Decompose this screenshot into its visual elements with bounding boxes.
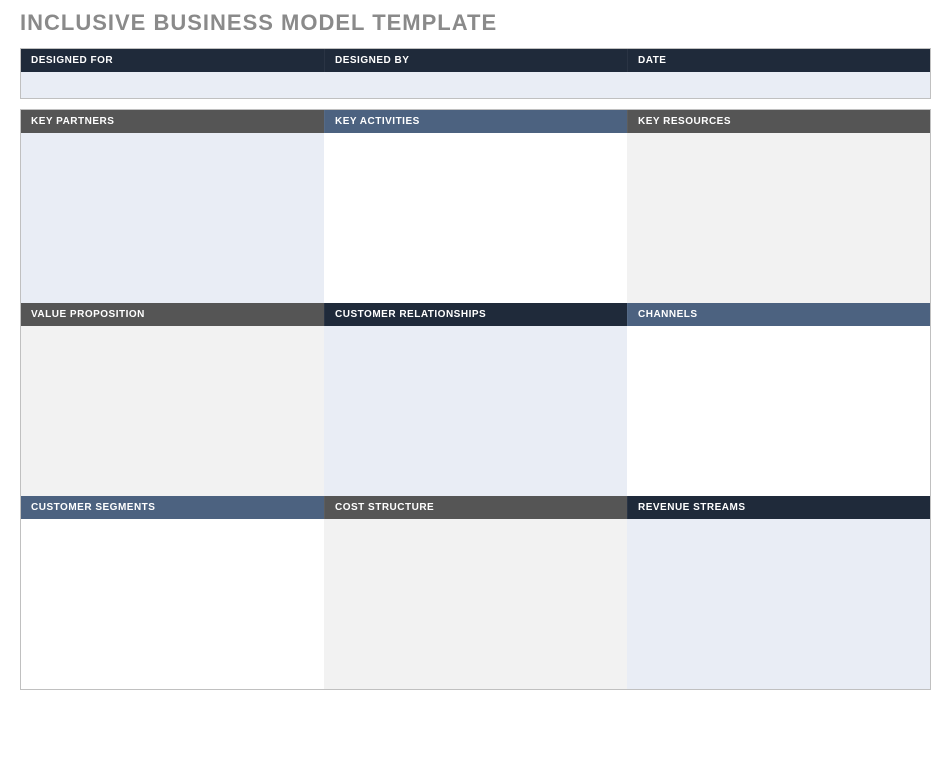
key-resources-field[interactable] [627,133,930,303]
designed-by-header: DESIGNED BY [324,49,627,72]
key-activities-field[interactable] [324,133,627,303]
key-resources-header: KEY RESOURCES [627,110,930,133]
customer-segments-field[interactable] [21,519,324,689]
designed-by-field[interactable] [324,72,627,98]
canvas-section: KEY PARTNERS KEY ACTIVITIES KEY RESOURCE… [20,109,931,690]
page-title: INCLUSIVE BUSINESS MODEL TEMPLATE [20,10,931,36]
channels-header: CHANNELS [627,303,930,326]
key-partners-header: KEY PARTNERS [21,110,324,133]
designed-for-header: DESIGNED FOR [21,49,324,72]
key-partners-field[interactable] [21,133,324,303]
customer-relationships-header: CUSTOMER RELATIONSHIPS [324,303,627,326]
cost-structure-field[interactable] [324,519,627,689]
date-field[interactable] [627,72,930,98]
revenue-streams-field[interactable] [627,519,930,689]
channels-field[interactable] [627,326,930,496]
date-header: DATE [627,49,930,72]
value-proposition-field[interactable] [21,326,324,496]
customer-relationships-field[interactable] [324,326,627,496]
revenue-streams-header: REVENUE STREAMS [627,496,930,519]
value-proposition-header: VALUE PROPOSITION [21,303,324,326]
key-activities-header: KEY ACTIVITIES [324,110,627,133]
cost-structure-header: COST STRUCTURE [324,496,627,519]
meta-section: DESIGNED FOR DESIGNED BY DATE [20,48,931,99]
designed-for-field[interactable] [21,72,324,98]
customer-segments-header: CUSTOMER SEGMENTS [21,496,324,519]
